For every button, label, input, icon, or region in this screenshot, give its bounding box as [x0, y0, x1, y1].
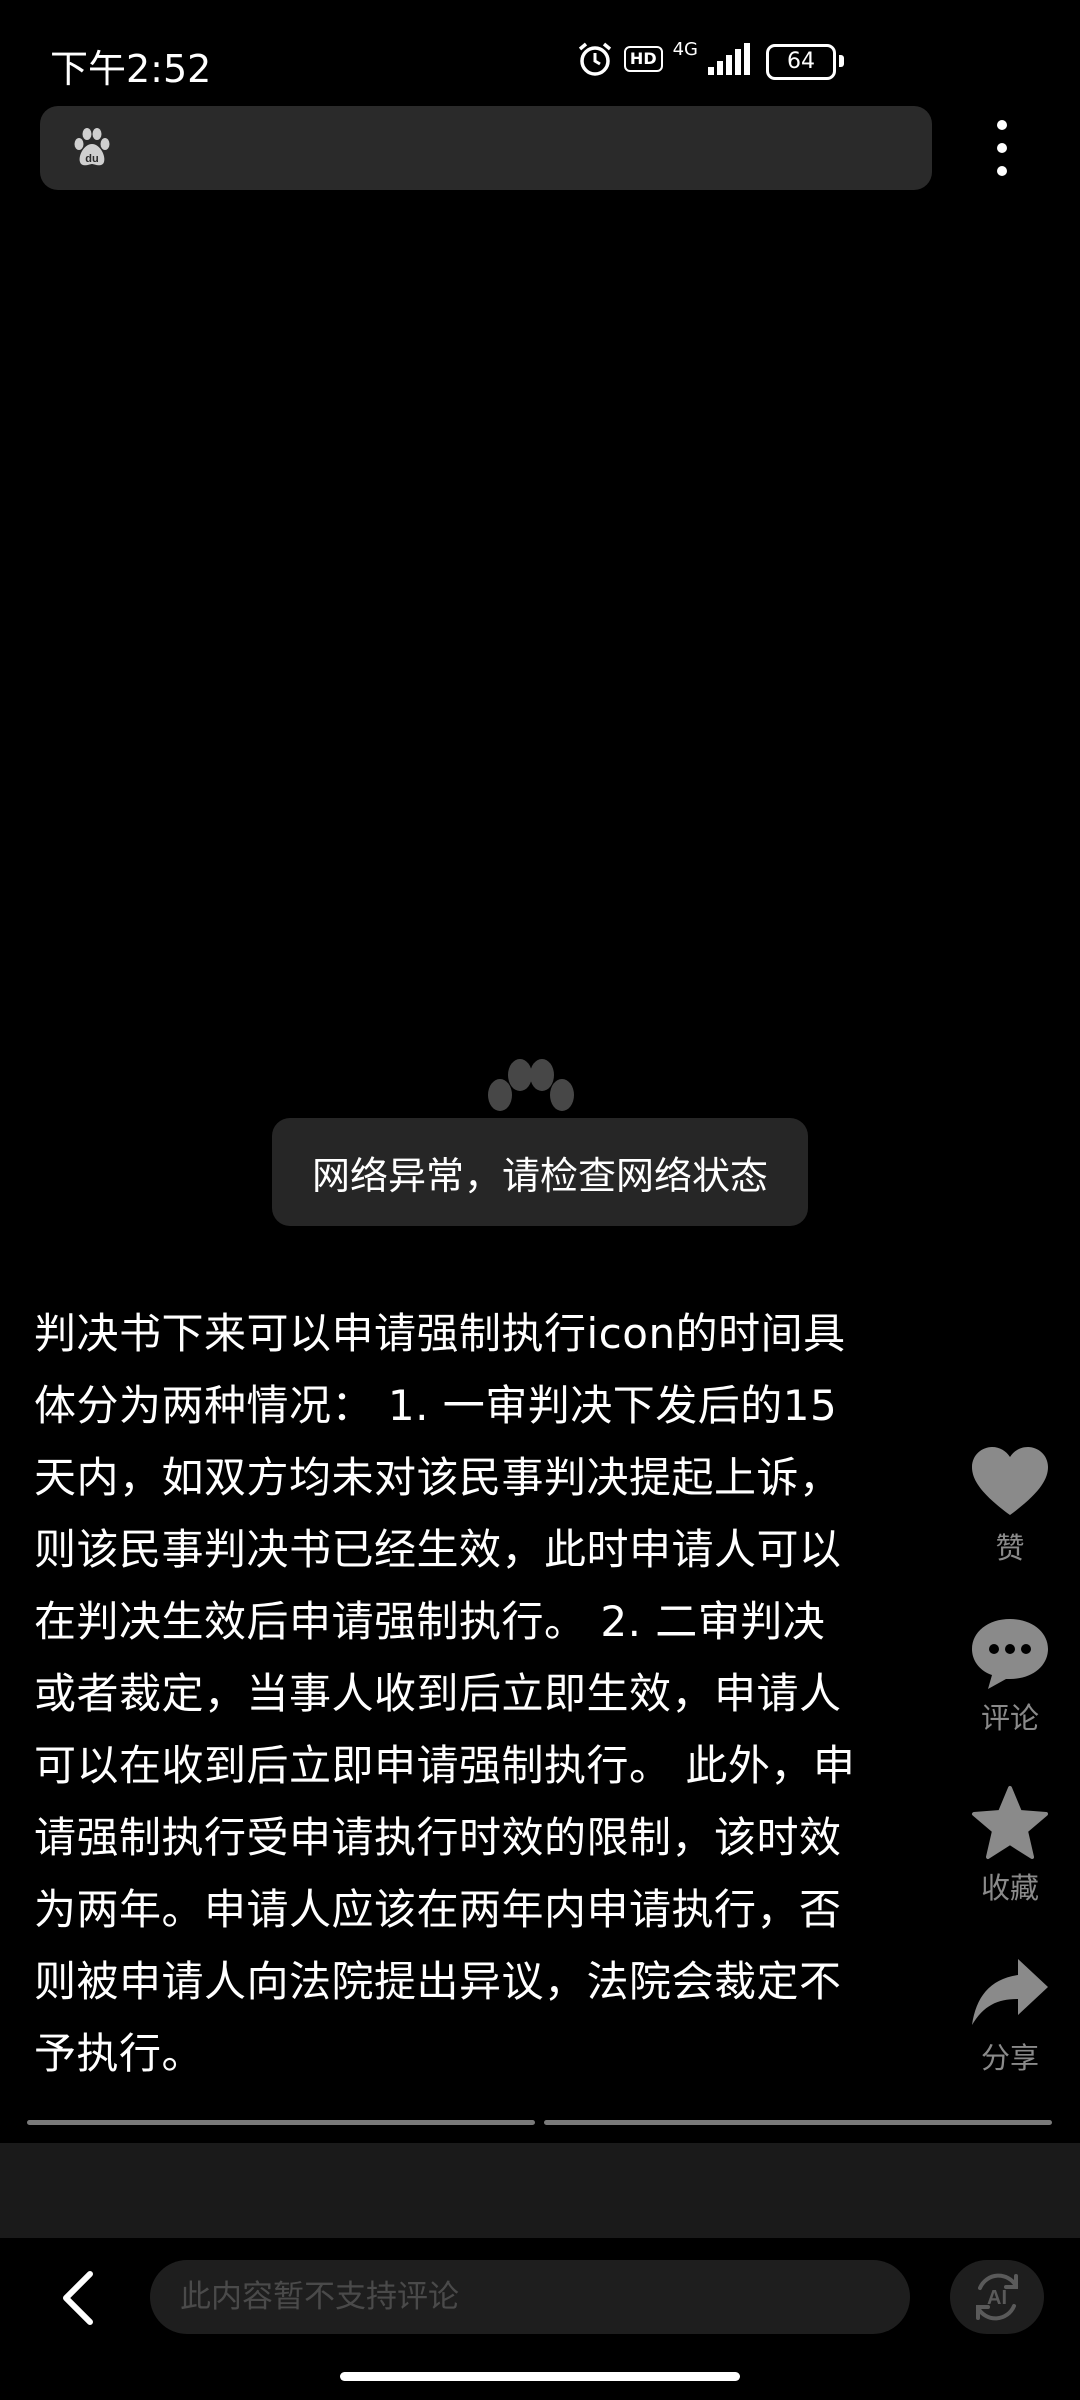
ai-refresh-icon: AI	[976, 2273, 1018, 2321]
back-chevron-icon[interactable]	[56, 2268, 100, 2328]
ai-assistant-button[interactable]: AI	[950, 2260, 1044, 2334]
share-label: 分享	[980, 2041, 1039, 2075]
more-options-button[interactable]	[982, 120, 1022, 176]
favorite-label: 收藏	[980, 1871, 1039, 1905]
status-bar: 下午2:52 HD 4G 64	[0, 0, 1080, 100]
comment-input[interactable]: 此内容暂不支持评论	[150, 2260, 910, 2334]
ai-label: AI	[987, 2287, 1007, 2309]
baidu-paw-icon: du	[74, 128, 110, 166]
star-icon	[972, 1786, 1048, 1859]
comment-button[interactable]: 评论	[955, 1615, 1065, 1737]
search-bar[interactable]: du	[40, 106, 932, 190]
status-time: 下午2:52	[50, 47, 212, 91]
signal-icon	[708, 43, 750, 75]
like-button[interactable]: 赞	[955, 1445, 1065, 1567]
alarm-icon	[578, 42, 612, 76]
home-indicator[interactable]	[340, 2372, 740, 2381]
page-indicator-1	[27, 2120, 535, 2125]
content-footer-band	[0, 2143, 1080, 2238]
comment-bubble-icon	[972, 1619, 1048, 1689]
favorite-button[interactable]: 收藏	[955, 1785, 1065, 1907]
network-type: 4G	[672, 38, 698, 60]
share-button[interactable]: 分享	[955, 1955, 1065, 2077]
status-icons: HD 4G	[576, 38, 750, 78]
svg-text:du: du	[85, 153, 98, 165]
page-indicator-2	[544, 2120, 1052, 2125]
comment-label: 评论	[980, 1701, 1039, 1735]
battery-level: 64	[766, 44, 836, 80]
answer-text: 判决书下来可以申请强制执行icon的时间具体分为两种情况： 1. 一审判决下发后…	[34, 1309, 856, 2078]
share-arrow-icon	[972, 1959, 1048, 2025]
heart-icon	[972, 1447, 1048, 1515]
hd-badge: HD	[623, 46, 663, 72]
battery-icon: 64	[766, 44, 844, 80]
network-error-toast: 网络异常，请检查网络状态	[272, 1118, 808, 1226]
like-label: 赞	[995, 1531, 1025, 1565]
